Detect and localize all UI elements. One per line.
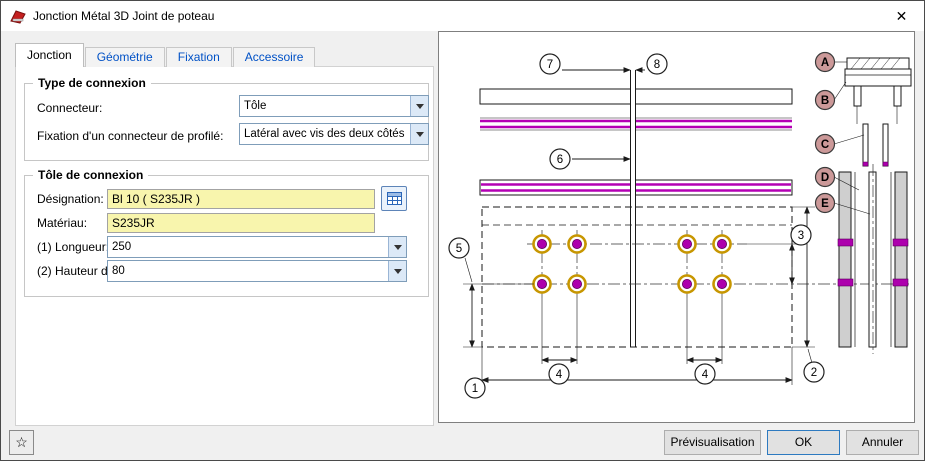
previsualisation-button[interactable]: Prévisualisation (664, 430, 761, 455)
svg-text:4: 4 (702, 369, 709, 381)
svg-text:5: 5 (456, 243, 462, 255)
balloon-4-right: 4 (695, 364, 715, 384)
balloon-C: C (816, 135, 835, 154)
materiau-field[interactable]: S235JR (107, 213, 375, 233)
designation-field[interactable]: Bl 10 ( S235JR ) (107, 189, 375, 209)
preview-drawing: 7 8 6 5 3 2 1 4 4 A B C D E (439, 32, 914, 422)
connecteur-dropdown-button[interactable] (410, 96, 428, 116)
designation-table-button[interactable] (381, 186, 407, 211)
svg-text:6: 6 (557, 154, 563, 166)
svg-text:E: E (821, 198, 829, 210)
balloon-7: 7 (540, 54, 560, 74)
balloon-5: 5 (449, 238, 469, 258)
balloon-E: E (816, 194, 835, 213)
connecteur-value: Tôle (240, 96, 410, 116)
svg-text:C: C (821, 139, 829, 151)
svg-text:3: 3 (798, 230, 804, 242)
preview-panel: 7 8 6 5 3 2 1 4 4 A B C D E (438, 31, 915, 423)
tab-fixation[interactable]: Fixation (166, 47, 232, 67)
tabstrip: Jonction Géométrie Fixation Accessoire (15, 44, 316, 67)
chevron-down-icon (416, 104, 424, 109)
tab-geometrie[interactable]: Géométrie (85, 47, 165, 67)
balloon-3: 3 (791, 225, 811, 245)
fixation-connecteur-value: Latéral avec vis des deux côtés (240, 124, 410, 144)
letter-balloons: A B C D E (816, 53, 835, 213)
svg-text:A: A (821, 57, 829, 69)
tab-jonction[interactable]: Jonction (15, 43, 84, 67)
ok-button[interactable]: OK (767, 430, 840, 455)
longueur-label: (1) Longueur: (37, 237, 109, 257)
svg-text:B: B (821, 95, 829, 107)
titlebar: Jonction Métal 3D Joint de poteau ✕ (1, 1, 924, 31)
balloon-8: 8 (647, 54, 667, 74)
number-balloons: 7 8 6 5 3 2 1 4 4 (449, 54, 824, 398)
group-tole-connexion: Tôle de connexion Désignation: Bl 10 ( S… (24, 175, 429, 297)
fixation-dropdown-button[interactable] (410, 124, 428, 144)
designation-label: Désignation: (37, 189, 104, 209)
longueur-combobox[interactable]: 250 (107, 236, 407, 258)
fixation-connecteur-combobox[interactable]: Latéral avec vis des deux côtés (239, 123, 429, 145)
section-view-top (845, 58, 911, 124)
table-icon (387, 192, 402, 205)
section-view-column (838, 164, 908, 354)
balloon-6: 6 (550, 149, 570, 169)
group-tole-connexion-title: Tôle de connexion (33, 168, 148, 182)
section-view-mid (863, 124, 888, 166)
hauteur-value: 80 (108, 261, 388, 281)
svg-text:4: 4 (556, 369, 563, 381)
hauteur-dropdown-button[interactable] (388, 261, 406, 281)
connecteur-combobox[interactable]: Tôle (239, 95, 429, 117)
joint-gap-line (631, 70, 636, 347)
star-icon: ☆ (15, 434, 28, 450)
chevron-down-icon (416, 132, 424, 137)
chevron-down-icon (394, 269, 402, 274)
svg-text:2: 2 (811, 367, 817, 379)
longueur-value: 250 (108, 237, 388, 257)
materiau-label: Matériau: (37, 213, 87, 233)
longueur-dropdown-button[interactable] (388, 237, 406, 257)
connection-plate-outline (482, 207, 792, 347)
dialog-window: Jonction Métal 3D Joint de poteau ✕ Jonc… (0, 0, 925, 461)
tabpage-jonction: Type de connexion Connecteur: Tôle Fixat… (15, 66, 434, 426)
svg-text:1: 1 (472, 383, 478, 395)
svg-text:8: 8 (654, 59, 660, 71)
chevron-down-icon (394, 245, 402, 250)
close-icon: ✕ (896, 8, 908, 24)
window-title: Jonction Métal 3D Joint de poteau (33, 1, 214, 31)
annuler-button[interactable]: Annuler (846, 430, 919, 455)
fixation-connecteur-label: Fixation d'un connecteur de profilé: (37, 126, 223, 146)
balloon-B: B (816, 91, 835, 110)
dimension-lines (463, 70, 815, 385)
svg-text:D: D (821, 172, 829, 184)
close-button[interactable]: ✕ (879, 1, 924, 31)
balloon-4-left: 4 (549, 364, 569, 384)
balloon-A: A (816, 53, 835, 72)
app-icon (10, 8, 26, 24)
group-type-connexion-title: Type de connexion (33, 76, 151, 90)
svg-text:7: 7 (547, 59, 553, 71)
favorite-button[interactable]: ☆ (9, 430, 34, 455)
connecteur-label: Connecteur: (37, 98, 102, 118)
balloon-D: D (816, 168, 835, 187)
group-type-connexion: Type de connexion Connecteur: Tôle Fixat… (24, 83, 429, 161)
hauteur-combobox[interactable]: 80 (107, 260, 407, 282)
balloon-2: 2 (804, 362, 824, 382)
balloon-1: 1 (465, 378, 485, 398)
tab-accessoire[interactable]: Accessoire (233, 47, 316, 67)
